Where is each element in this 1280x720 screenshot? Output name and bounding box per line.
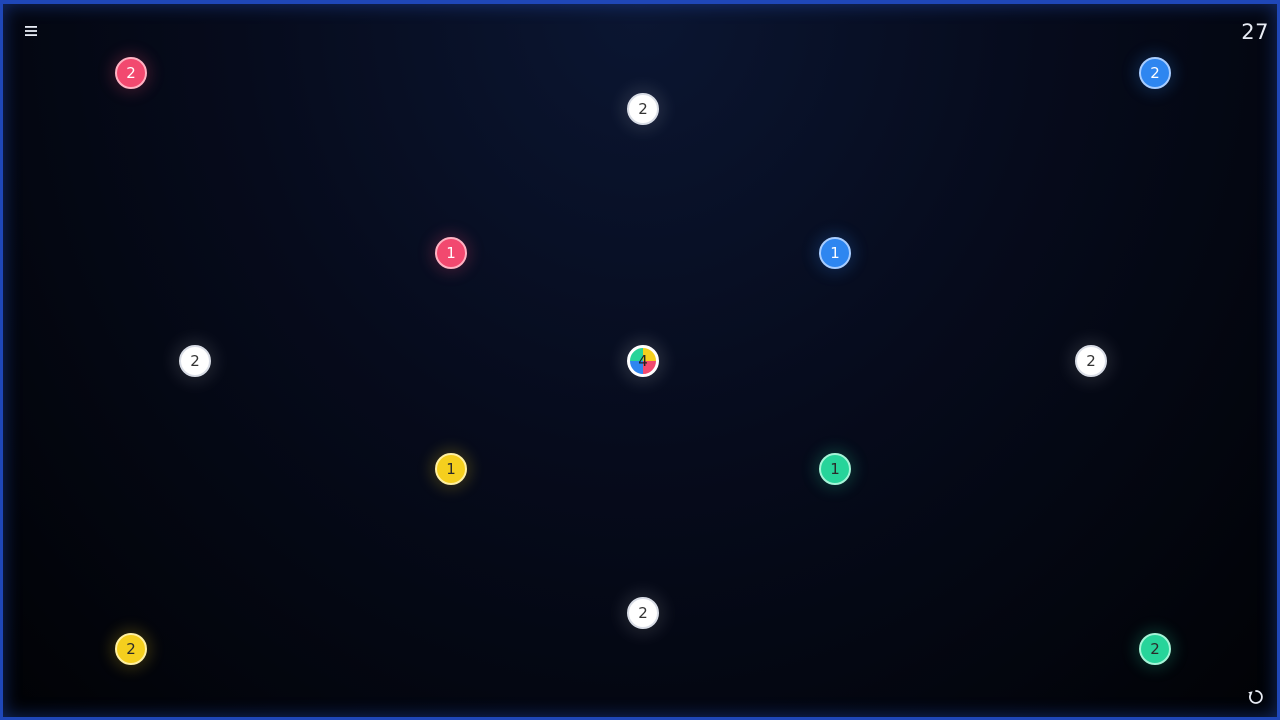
level-number: 27	[1241, 20, 1269, 44]
node-green-inner[interactable]: 1	[819, 453, 851, 485]
node-count: 2	[1150, 63, 1160, 82]
node-count: 2	[638, 603, 648, 622]
node-white-left[interactable]: 2	[179, 345, 211, 377]
game-board: 27 2 2 2 1 1 2 4 2 1 1 2 2 2	[0, 0, 1280, 720]
restart-button[interactable]	[1245, 686, 1267, 708]
node-count: 4	[638, 351, 648, 370]
node-count: 2	[190, 351, 200, 370]
node-count: 2	[126, 63, 136, 82]
node-yellow-bottom-left[interactable]: 2	[115, 633, 147, 665]
node-count: 2	[1086, 351, 1096, 370]
node-count: 1	[446, 459, 456, 478]
node-blue-top-right[interactable]: 2	[1139, 57, 1171, 89]
node-white-bottom[interactable]: 2	[627, 597, 659, 629]
node-count: 1	[830, 459, 840, 478]
node-red-inner[interactable]: 1	[435, 237, 467, 269]
node-yellow-inner[interactable]: 1	[435, 453, 467, 485]
node-blue-inner[interactable]: 1	[819, 237, 851, 269]
node-count: 2	[1150, 639, 1160, 658]
node-green-bottom-right[interactable]: 2	[1139, 633, 1171, 665]
node-count: 2	[638, 99, 648, 118]
node-white-top[interactable]: 2	[627, 93, 659, 125]
node-count: 1	[830, 243, 840, 262]
menu-icon	[25, 26, 37, 36]
node-count: 2	[126, 639, 136, 658]
node-count: 1	[446, 243, 456, 262]
node-red-top-left[interactable]: 2	[115, 57, 147, 89]
node-multicolor-center[interactable]: 4	[627, 345, 659, 377]
menu-button[interactable]	[20, 20, 42, 42]
node-white-right[interactable]: 2	[1075, 345, 1107, 377]
restart-icon	[1248, 690, 1263, 704]
